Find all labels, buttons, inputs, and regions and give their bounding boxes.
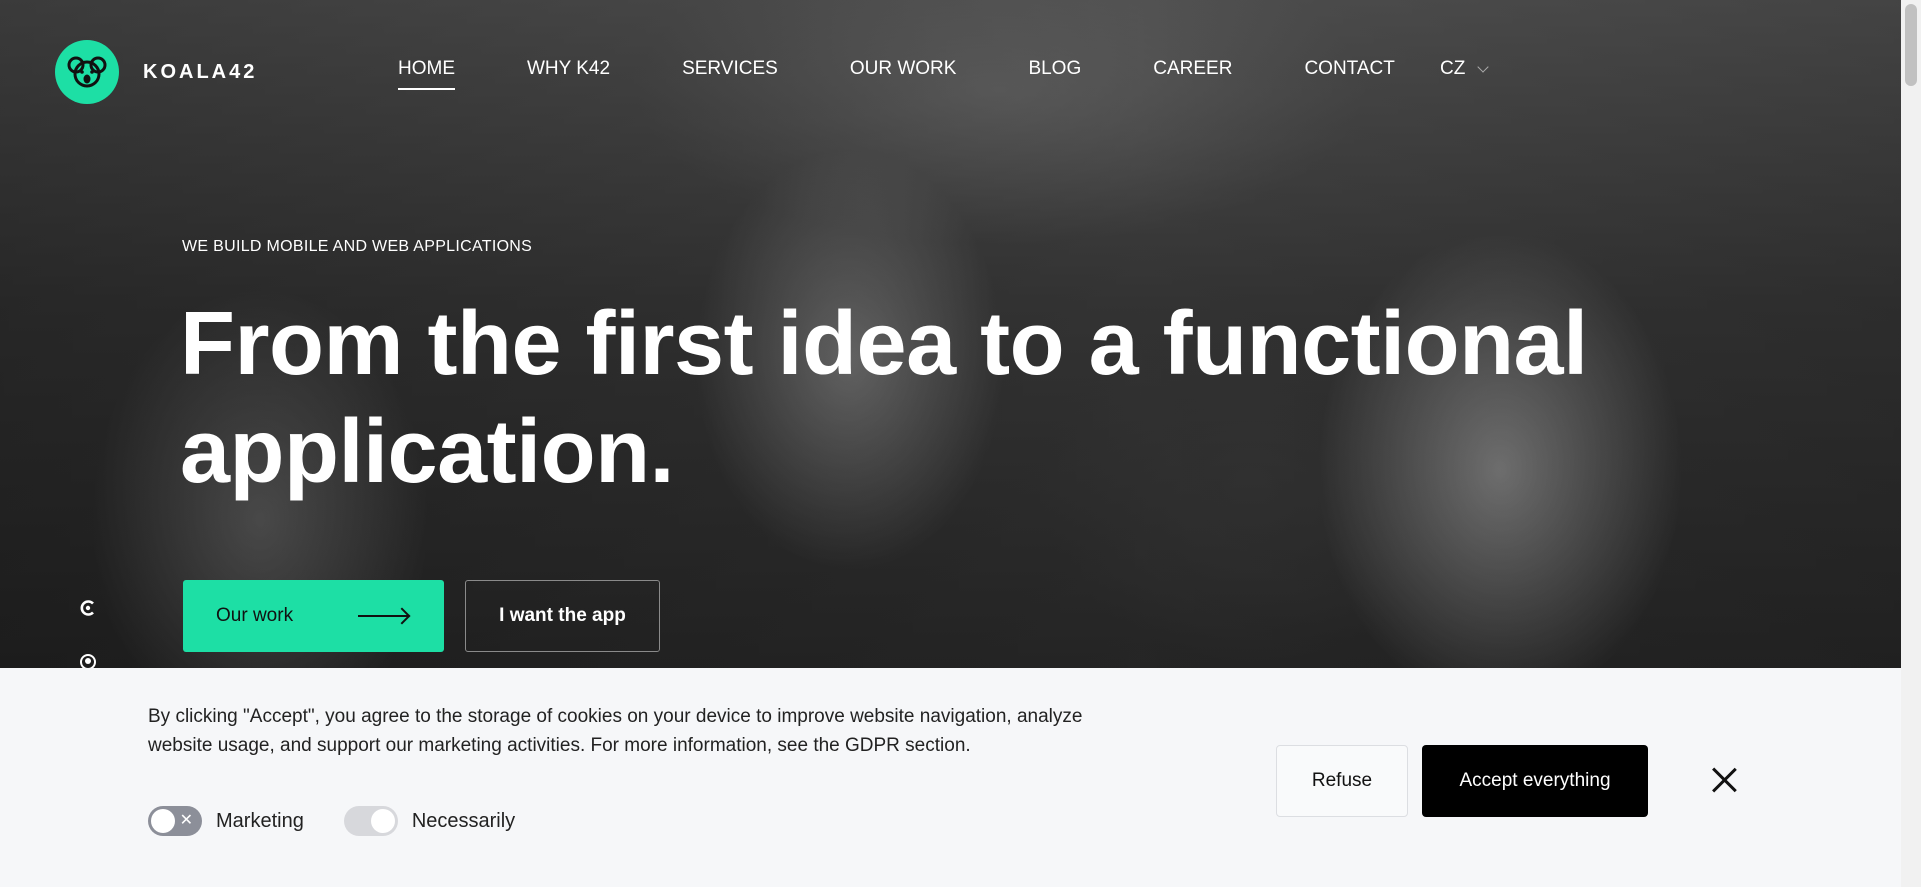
cookie-toggles: ✕ Marketing Necessarily [148,806,555,836]
nav-item-our-work[interactable]: OUR WORK [850,58,957,80]
toggle-knob [370,809,395,833]
toggle-knob [151,809,175,833]
hero-tagline: WE BUILD MOBILE AND WEB APPLICATIONS [182,238,533,255]
scrollbar[interactable] [1901,0,1921,887]
cookie-banner: By clicking "Accept", you agree to the s… [0,668,1901,887]
marketing-toggle-group: ✕ Marketing [148,806,304,836]
main-nav: HOME WHY K42 SERVICES OUR WORK BLOG CARE… [398,58,1467,90]
brand-name: KOALA42 [143,60,258,83]
close-icon: ✕ [179,812,193,829]
marketing-toggle[interactable]: ✕ [148,806,202,836]
nav-item-contact[interactable]: CONTACT [1304,58,1394,80]
github-icon[interactable] [78,652,98,668]
language-label: CZ [1440,58,1466,79]
nav-item-home[interactable]: HOME [398,58,455,90]
refuse-button[interactable]: Refuse [1276,745,1408,817]
nav-item-blog[interactable]: BLOG [1028,58,1081,80]
arrow-right-icon [358,615,408,617]
nav-item-services[interactable]: SERVICES [682,58,778,80]
close-icon[interactable] [1710,766,1738,794]
logo[interactable]: KOALA42 [55,40,257,104]
language-selector[interactable]: CZ [1440,58,1489,80]
necessarily-toggle-group: Necessarily [343,806,516,836]
cookie-text: By clicking "Accept", you agree to the s… [148,706,1083,756]
scrollbar-thumb[interactable] [1905,4,1917,86]
accept-everything-button[interactable]: Accept everything [1422,745,1648,817]
nav-item-career[interactable]: CAREER [1153,58,1232,80]
our-work-button-label: Our work [216,605,294,626]
nav-item-why-k42[interactable]: WHY K42 [527,58,610,80]
necessarily-toggle-label: Necessarily [411,809,516,832]
necessarily-toggle [343,806,398,836]
marketing-toggle-label: Marketing [216,809,304,832]
i-want-the-app-button[interactable]: I want the app [465,580,660,652]
hero-section: KOALA42 HOME WHY K42 SERVICES OUR WORK B… [0,0,1901,668]
chevron-down-icon [1477,61,1489,73]
our-work-button[interactable]: Our work [183,580,444,652]
hero-headline: From the first idea to a functional appl… [180,294,1588,502]
clutch-icon[interactable] [78,598,98,618]
koala-icon [55,40,119,104]
